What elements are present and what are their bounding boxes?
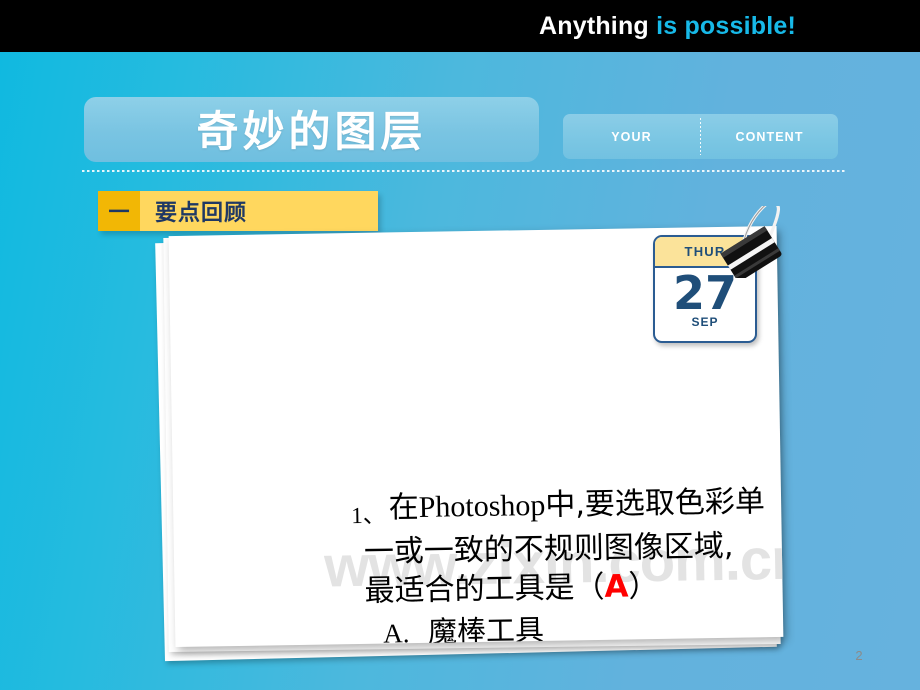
page-number: 2 xyxy=(855,648,863,663)
tagline-part-2: is possible! xyxy=(656,11,796,40)
slide-canvas: Anything is possible! 奇妙的图层 YOUR CONTENT… xyxy=(0,0,920,690)
meta-right-label[interactable]: CONTENT xyxy=(701,114,838,159)
question-l3-a: 最适合的工具是（ xyxy=(364,569,605,609)
question-block: 1、 在Photoshop中,要选取色彩单 一或一致的不规则图像区域, 最适合的… xyxy=(351,481,783,647)
option-a-tag: A. xyxy=(383,618,410,648)
calendar-body: 27 SEP xyxy=(655,268,755,341)
calendar-month: SEP xyxy=(691,315,719,329)
question-l1-c: 中,要选取色彩单 xyxy=(545,484,766,523)
question-l1-a: 在 xyxy=(388,489,419,526)
meta-left-label[interactable]: YOUR xyxy=(563,114,700,159)
tagline-part-1: Anything xyxy=(538,11,649,40)
question-number: 1、 xyxy=(351,502,386,529)
section-label: 要点回顾 xyxy=(140,191,378,231)
question-l3-b: ） xyxy=(628,568,659,605)
question-answer: A xyxy=(604,568,629,605)
section-number: 一 xyxy=(98,191,140,231)
meta-divider xyxy=(700,118,701,155)
meta-pill[interactable]: YOUR CONTENT xyxy=(563,114,838,159)
binder-clip-icon xyxy=(718,200,800,282)
tagline: Anything is possible! xyxy=(539,12,796,41)
top-banner: Anything is possible! xyxy=(0,0,920,52)
dotted-divider xyxy=(82,170,846,172)
question-line-1-body: 在Photoshop中,要选取色彩单 xyxy=(388,484,765,526)
section-header: 一 要点回顾 xyxy=(98,191,378,231)
page-title: 奇妙的图层 xyxy=(196,107,427,156)
question-line-1: 1、 在Photoshop中,要选取色彩单 xyxy=(351,481,783,534)
question-l1-latin: Photoshop xyxy=(418,488,546,524)
slide-title-pill: 奇妙的图层 xyxy=(84,97,539,162)
